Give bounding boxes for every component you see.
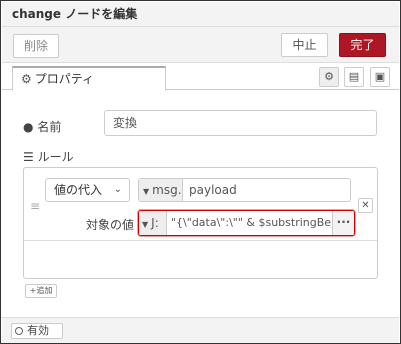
tab-properties-label: プロパティ	[34, 72, 95, 86]
radio-circle-icon	[15, 327, 23, 335]
dialog-footer: 有効	[2, 317, 399, 343]
name-label: ● 名前	[23, 120, 62, 134]
drag-handle-icon[interactable]: ≡	[30, 199, 40, 213]
dialog-toolbar: 削除 中止 完了	[2, 27, 399, 63]
name-input[interactable]: 変換	[104, 110, 377, 136]
tab-settings-gear-icon[interactable]: ⚙	[319, 67, 339, 87]
property-type-button[interactable]: ▼ msg.	[139, 179, 183, 201]
target-property-input[interactable]: ▼ msg. payload	[138, 178, 351, 202]
enabled-toggle[interactable]: 有効	[11, 323, 63, 339]
cancel-button[interactable]: 中止	[281, 33, 328, 57]
expand-editor-button[interactable]: ···	[332, 211, 354, 235]
rule-row: ≡ 値の代入 ⌄ ▼ msg. payload 対象の値 ▼ J: "{\"data…	[24, 168, 377, 241]
caret-down-icon: ▼	[143, 187, 150, 196]
delete-button[interactable]: 削除	[13, 34, 59, 58]
value-expression-input[interactable]: ▼J: "{\"data\":\"" & $substringBefore(r …	[138, 210, 355, 236]
tab-description-icon[interactable]: ▤	[344, 67, 364, 87]
dialog-title: change ノードを編集	[2, 2, 399, 27]
remove-rule-button[interactable]: ✕	[358, 198, 373, 213]
value-label: 対象の値	[86, 218, 135, 232]
tab-bar: ⚙ プロパティ ⚙ ▤ ▣	[2, 63, 399, 91]
list-icon: ☰	[23, 150, 34, 164]
chevron-down-icon: ⌄	[113, 184, 122, 195]
rules-list: ≡ 値の代入 ⌄ ▼ msg. payload 対象の値 ▼ J: "{\"data…	[23, 167, 378, 279]
rules-label: ☰ ルール	[23, 150, 74, 164]
caret-down-icon: ▼	[142, 220, 149, 229]
done-button[interactable]: 完了	[339, 33, 386, 57]
value-expression-text: "{\"data\":\"" & $substringBefore(r	[171, 216, 331, 229]
action-select[interactable]: 値の代入 ⌄	[45, 178, 130, 202]
tab-appearance-icon[interactable]: ▣	[370, 67, 390, 87]
tag-icon: ●	[23, 120, 34, 134]
target-property-value: payload	[189, 183, 237, 197]
edit-dialog: change ノードを編集 削除 中止 完了 ⚙ プロパティ ⚙ ▤ ▣ ● 名前…	[0, 0, 401, 344]
tab-properties[interactable]: ⚙ プロパティ	[12, 66, 166, 91]
value-type-button[interactable]: ▼ J:	[139, 211, 167, 235]
gear-icon: ⚙	[21, 72, 32, 86]
add-rule-button[interactable]: +追加	[25, 284, 57, 298]
